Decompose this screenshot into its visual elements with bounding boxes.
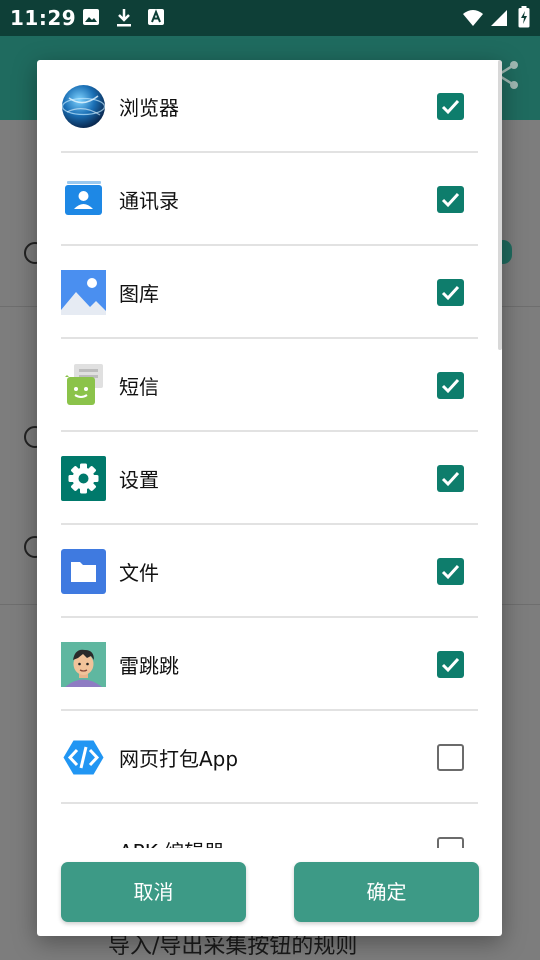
battery-charging-icon [518, 6, 530, 32]
list-item-files[interactable]: 文件 [37, 525, 502, 618]
app-label: 设置 [119, 468, 159, 492]
list-item-contacts[interactable]: 通讯录 [37, 153, 502, 246]
app-label: 浏览器 [119, 96, 179, 120]
checkbox-checked[interactable] [437, 372, 464, 399]
app-list[interactable]: 浏览器 通讯录 图库 短信 设置 文件 雷跳跳 网页打包App [37, 60, 502, 848]
apk-editor-icon [61, 828, 106, 848]
list-item-messaging[interactable]: 短信 [37, 339, 502, 432]
checkbox-unchecked[interactable] [437, 744, 464, 771]
list-item-webpack-app[interactable]: 网页打包App [37, 711, 502, 804]
app-select-dialog: 浏览器 通讯录 图库 短信 设置 文件 雷跳跳 网页打包App 取消 确定 [37, 60, 502, 936]
app-label: 文件 [119, 561, 159, 585]
checkbox-checked[interactable] [437, 465, 464, 492]
status-time: 11:29 [10, 6, 77, 30]
list-item-settings[interactable]: 设置 [37, 432, 502, 525]
messaging-icon [61, 363, 106, 408]
app-label: 雷跳跳 [119, 654, 179, 678]
list-scrollbar[interactable] [498, 60, 502, 350]
list-item-gallery[interactable]: 图库 [37, 246, 502, 339]
checkbox-checked[interactable] [437, 651, 464, 678]
wifi-icon [462, 9, 484, 31]
font-icon [147, 8, 165, 30]
list-item-leitiaotiao[interactable]: 雷跳跳 [37, 618, 502, 711]
cancel-button[interactable]: 取消 [61, 862, 246, 922]
files-folder-icon [61, 549, 106, 594]
checkbox-checked[interactable] [437, 558, 464, 585]
checkbox-checked[interactable] [437, 186, 464, 213]
status-bar: 11:29 [0, 0, 540, 36]
checkbox-checked[interactable] [437, 93, 464, 120]
confirm-button[interactable]: 确定 [294, 862, 479, 922]
app-label: 通讯录 [119, 189, 179, 213]
browser-globe-icon [61, 84, 106, 129]
list-item-browser[interactable]: 浏览器 [37, 60, 502, 153]
download-icon [115, 8, 133, 32]
app-label: 网页打包App [119, 747, 239, 771]
app-label: 图库 [119, 282, 159, 306]
contacts-icon [61, 177, 106, 222]
app-label: APK 编辑器 [119, 836, 224, 848]
settings-gear-icon [61, 456, 106, 501]
code-app-icon [61, 735, 106, 780]
checkbox-checked[interactable] [437, 279, 464, 306]
app-label: 短信 [119, 375, 159, 399]
image-icon [82, 8, 100, 30]
gallery-icon [61, 270, 106, 315]
signal-icon [490, 9, 508, 31]
checkbox-unchecked[interactable] [437, 837, 464, 848]
list-item-apk-editor[interactable]: APK 编辑器 [37, 804, 502, 848]
avatar-app-icon [61, 642, 106, 687]
